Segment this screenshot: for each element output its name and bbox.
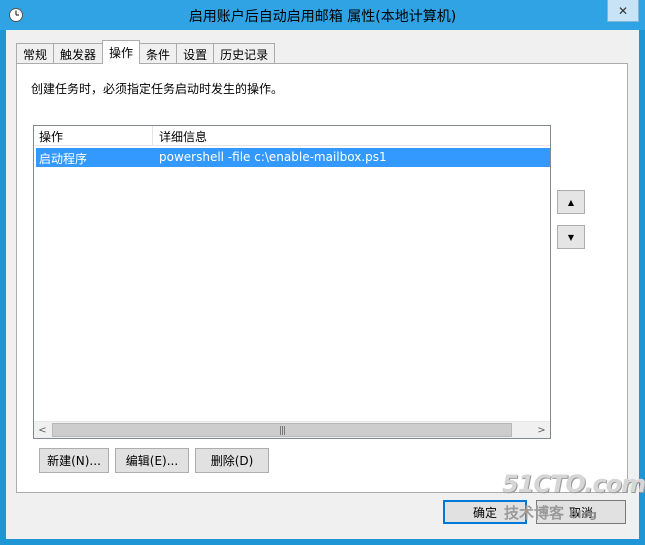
delete-action-button[interactable]: 删除(D) bbox=[195, 448, 269, 473]
table-row[interactable]: 启动程序 powershell -file c:\enable-mailbox.… bbox=[36, 148, 550, 167]
close-icon: ✕ bbox=[617, 3, 629, 18]
tab-conditions[interactable]: 条件 bbox=[139, 43, 178, 64]
actions-description: 创建任务时，必须指定任务启动时发生的操作。 bbox=[31, 82, 284, 96]
column-header-action[interactable]: 操作 bbox=[39, 128, 63, 145]
cancel-button[interactable]: 取消 bbox=[536, 500, 626, 524]
tab-actions[interactable]: 操作 bbox=[102, 40, 141, 64]
scroll-thumb[interactable]: ||| bbox=[52, 423, 512, 437]
horizontal-scrollbar[interactable]: < ||| > bbox=[34, 421, 550, 438]
row-action: 启动程序 bbox=[39, 152, 88, 166]
title-bar[interactable]: 启用账户后自动启用邮箱 属性(本地计算机) ✕ bbox=[0, 0, 645, 30]
arrow-up-icon: ▲ bbox=[567, 197, 575, 207]
column-divider[interactable] bbox=[152, 126, 153, 146]
list-header: 操作 详细信息 bbox=[34, 126, 550, 146]
tab-general[interactable]: 常规 bbox=[16, 43, 55, 64]
tab-settings[interactable]: 设置 bbox=[176, 43, 215, 64]
move-up-button[interactable]: ▲ bbox=[557, 190, 585, 214]
actions-list[interactable]: 操作 详细信息 启动程序 powershell -file c:\enable-… bbox=[33, 125, 551, 439]
window-title: 启用账户后自动启用邮箱 属性(本地计算机) bbox=[188, 9, 457, 25]
tab-triggers[interactable]: 触发器 bbox=[53, 43, 104, 64]
move-down-button[interactable]: ▼ bbox=[557, 225, 585, 249]
edit-action-button[interactable]: 编辑(E)... bbox=[115, 448, 189, 473]
arrow-down-icon: ▼ bbox=[567, 232, 575, 242]
tab-strip: 常规 触发器 操作 条件 设置 历史记录 bbox=[16, 40, 276, 64]
row-details: powershell -file c:\enable-mailbox.ps1 bbox=[159, 150, 387, 164]
dialog-client-area: 常规 触发器 操作 条件 设置 历史记录 创建任务时，必须指定任务启动时发生的操… bbox=[6, 30, 639, 539]
tab-history[interactable]: 历史记录 bbox=[213, 43, 276, 64]
new-action-button[interactable]: 新建(N)... bbox=[39, 448, 109, 473]
column-header-details[interactable]: 详细信息 bbox=[159, 128, 207, 145]
close-button[interactable]: ✕ bbox=[607, 0, 639, 22]
scroll-left-icon[interactable]: < bbox=[34, 422, 51, 438]
properties-dialog: 启用账户后自动启用邮箱 属性(本地计算机) ✕ 常规 触发器 操作 条件 设置 … bbox=[0, 0, 645, 545]
ok-button[interactable]: 确定 bbox=[443, 500, 527, 524]
scroll-right-icon[interactable]: > bbox=[533, 422, 550, 438]
scroll-grip-icon: ||| bbox=[278, 426, 286, 436]
actions-tab-panel: 创建任务时，必须指定任务启动时发生的操作。 操作 详细信息 启动程序 power… bbox=[16, 63, 628, 493]
